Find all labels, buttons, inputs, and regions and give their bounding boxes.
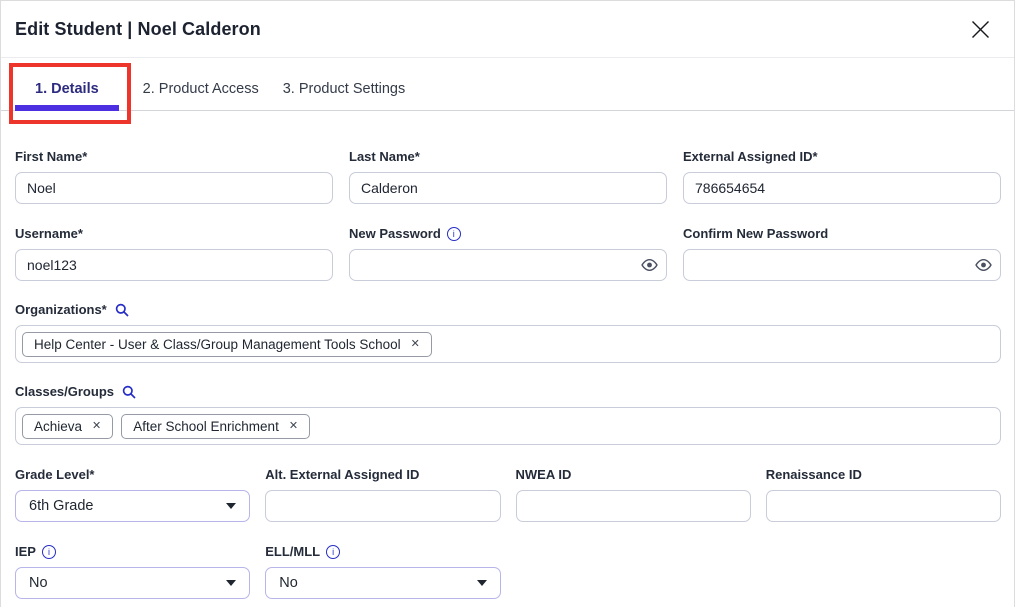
remove-chip-icon[interactable]: ✕ <box>289 421 298 432</box>
grade-level-field: Grade Level* 6th Grade <box>15 467 250 522</box>
iep-label: IEP <box>15 544 36 559</box>
grade-level-label: Grade Level* <box>15 467 250 482</box>
renaissance-id-label: Renaissance ID <box>766 467 1001 482</box>
renaissance-id-field: Renaissance ID <box>766 467 1001 522</box>
confirm-password-input[interactable] <box>683 249 1001 281</box>
show-password-button[interactable] <box>641 259 658 272</box>
eye-icon <box>975 259 992 272</box>
active-tab-underline <box>15 105 119 111</box>
tab-product-access[interactable]: 2. Product Access <box>143 81 259 110</box>
class-chip-label: After School Enrichment <box>133 419 279 434</box>
ell-mll-select[interactable]: No <box>265 567 500 599</box>
confirm-password-label: Confirm New Password <box>683 226 1001 241</box>
edit-student-modal: Edit Student | Noel Calderon 1. Details … <box>0 0 1015 607</box>
tab-product-settings-label: 3. Product Settings <box>283 81 406 97</box>
class-chip-label: Achieva <box>34 419 82 434</box>
alt-external-id-field: Alt. External Assigned ID <box>265 467 500 522</box>
tab-bar: 1. Details 2. Product Access 3. Product … <box>1 58 1014 111</box>
grade-level-value: 6th Grade <box>29 498 94 514</box>
alt-external-id-label: Alt. External Assigned ID <box>265 467 500 482</box>
organization-chip-label: Help Center - User & Class/Group Managem… <box>34 337 401 352</box>
ell-mll-field: ELL/MLL i No <box>265 544 500 599</box>
last-name-input[interactable] <box>349 172 667 204</box>
renaissance-id-input[interactable] <box>766 490 1001 522</box>
chevron-down-icon <box>226 580 236 586</box>
ell-mll-label: ELL/MLL <box>265 544 320 559</box>
info-icon[interactable]: i <box>326 545 340 559</box>
nwea-id-input[interactable] <box>516 490 751 522</box>
search-icon[interactable] <box>115 303 129 317</box>
first-name-field: First Name* <box>15 149 333 204</box>
class-chip: Achieva ✕ <box>22 414 113 439</box>
tab-product-access-label: 2. Product Access <box>143 81 259 97</box>
eye-icon <box>641 259 658 272</box>
grade-level-select[interactable]: 6th Grade <box>15 490 250 522</box>
close-icon <box>970 19 991 40</box>
remove-chip-icon[interactable]: ✕ <box>92 421 101 432</box>
organizations-label: Organizations* <box>15 302 107 317</box>
confirm-password-field: Confirm New Password <box>683 226 1001 281</box>
class-chip: After School Enrichment ✕ <box>121 414 310 439</box>
page-title: Edit Student | Noel Calderon <box>15 19 261 40</box>
classes-groups-field: Classes/Groups Achieva ✕ After Scho <box>15 384 1001 445</box>
classes-groups-chipbox[interactable]: Achieva ✕ After School Enrichment ✕ <box>15 407 1001 445</box>
ell-mll-value: No <box>279 575 298 591</box>
student-details-form: First Name* Last Name* External Assigned… <box>1 111 1014 599</box>
new-password-input[interactable] <box>349 249 667 281</box>
info-icon[interactable]: i <box>447 227 461 241</box>
tab-details-label: 1. Details <box>35 81 99 97</box>
tab-details[interactable]: 1. Details <box>15 81 119 110</box>
alt-external-id-input[interactable] <box>265 490 500 522</box>
external-id-label: External Assigned ID* <box>683 149 1001 164</box>
chevron-down-icon <box>226 503 236 509</box>
nwea-id-field: NWEA ID <box>516 467 751 522</box>
nwea-id-label: NWEA ID <box>516 467 751 482</box>
external-id-input[interactable] <box>683 172 1001 204</box>
show-confirm-password-button[interactable] <box>975 259 992 272</box>
new-password-label: New Password <box>349 226 441 241</box>
organization-chip: Help Center - User & Class/Group Managem… <box>22 332 432 357</box>
chevron-down-icon <box>477 580 487 586</box>
first-name-label: First Name* <box>15 149 333 164</box>
classes-groups-label: Classes/Groups <box>15 384 114 399</box>
username-input[interactable] <box>15 249 333 281</box>
organizations-chipbox[interactable]: Help Center - User & Class/Group Managem… <box>15 325 1001 363</box>
search-icon[interactable] <box>122 385 136 399</box>
organizations-field: Organizations* Help Center - User & Clas… <box>15 302 1001 363</box>
username-field: Username* <box>15 226 333 281</box>
modal-header: Edit Student | Noel Calderon <box>1 1 1014 58</box>
new-password-field: New Password i <box>349 226 667 281</box>
tab-product-settings[interactable]: 3. Product Settings <box>283 81 406 110</box>
external-id-field: External Assigned ID* <box>683 149 1001 204</box>
iep-select[interactable]: No <box>15 567 250 599</box>
close-button[interactable] <box>966 15 994 43</box>
last-name-field: Last Name* <box>349 149 667 204</box>
remove-chip-icon[interactable]: ✕ <box>411 339 420 350</box>
iep-field: IEP i No <box>15 544 250 599</box>
last-name-label: Last Name* <box>349 149 667 164</box>
iep-value: No <box>29 575 48 591</box>
first-name-input[interactable] <box>15 172 333 204</box>
username-label: Username* <box>15 226 333 241</box>
info-icon[interactable]: i <box>42 545 56 559</box>
